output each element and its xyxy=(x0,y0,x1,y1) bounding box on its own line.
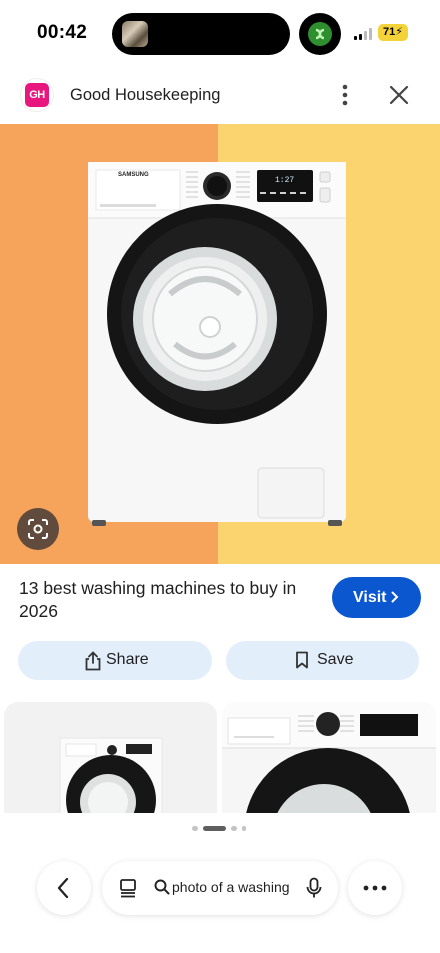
charging-bolt-icon: ⚡ xyxy=(395,26,403,38)
related-results xyxy=(0,702,440,814)
search-query[interactable]: photo of a washing machine xyxy=(172,879,294,895)
signal-icon xyxy=(354,28,374,40)
site-header: GH Good Housekeeping xyxy=(0,70,440,120)
save-label: Save xyxy=(317,651,354,668)
result-title[interactable]: 13 best washing machines to buy in 2026 xyxy=(19,577,319,623)
mic-icon[interactable] xyxy=(306,877,322,899)
bookmark-icon xyxy=(296,651,308,669)
dynamic-island xyxy=(112,13,290,55)
page-dot xyxy=(192,826,198,831)
page-dot-active xyxy=(203,826,226,831)
save-button[interactable]: Save xyxy=(226,641,419,680)
back-button[interactable] xyxy=(37,861,91,915)
close-icon[interactable] xyxy=(386,82,412,108)
share-icon xyxy=(85,651,101,671)
washing-machine-thumbnail xyxy=(59,737,163,814)
visit-button[interactable]: Visit xyxy=(332,577,421,618)
more-horiz-icon[interactable] xyxy=(348,861,402,915)
status-bar: 00:42 71⚡ xyxy=(0,0,440,66)
search-bar[interactable]: photo of a washing machine xyxy=(102,861,338,915)
chevron-left-icon xyxy=(57,877,69,899)
tabs-icon[interactable] xyxy=(118,878,138,898)
now-playing-thumbnail xyxy=(122,21,148,47)
more-vert-icon[interactable] xyxy=(333,82,357,108)
battery-level: 71 xyxy=(383,26,396,38)
site-logo-text: GH xyxy=(25,83,49,107)
site-name[interactable]: Good Housekeeping xyxy=(70,86,220,105)
status-time: 00:42 xyxy=(37,22,88,43)
result-image[interactable]: SAMSUNG 1:27 xyxy=(0,124,440,564)
visit-button-label: Visit xyxy=(353,589,387,606)
share-label: Share xyxy=(106,651,149,668)
site-logo[interactable]: GH xyxy=(21,79,53,111)
lens-icon[interactable] xyxy=(17,508,59,550)
brand-text: SAMSUNG xyxy=(118,172,149,178)
related-result-card[interactable] xyxy=(4,702,217,814)
washing-machine-illustration: SAMSUNG 1:27 xyxy=(88,162,346,526)
related-result-card[interactable] xyxy=(222,702,436,814)
island-app-icon xyxy=(299,13,341,55)
display-text: 1:27 xyxy=(275,176,294,185)
page-dot xyxy=(242,826,246,831)
page-dot xyxy=(231,826,237,831)
washing-machine-thumbnail xyxy=(222,702,436,814)
page-indicator xyxy=(0,824,440,832)
search-icon xyxy=(154,879,170,895)
battery-indicator: 71⚡ xyxy=(378,24,408,41)
chevron-right-icon xyxy=(391,591,399,603)
share-button[interactable]: Share xyxy=(18,641,212,680)
